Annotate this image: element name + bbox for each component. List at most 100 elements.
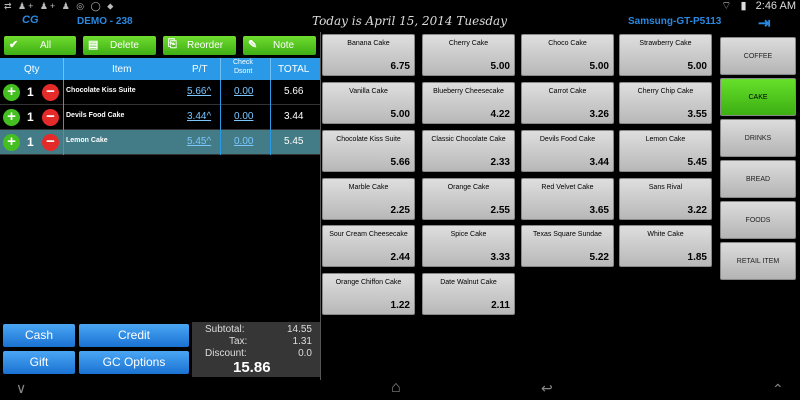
product-name: Devils Food Cake bbox=[539, 136, 596, 143]
product-tile[interactable]: Texas Square Sundae 5.22 bbox=[521, 225, 614, 267]
cash-button[interactable]: Cash bbox=[3, 324, 75, 347]
product-price: 2.25 bbox=[390, 205, 410, 216]
row-discount[interactable]: 0.00 bbox=[234, 86, 253, 97]
col-total: TOTAL bbox=[278, 64, 310, 75]
product-tile[interactable]: Date Walnut Cake 2.11 bbox=[422, 273, 515, 315]
row-price[interactable]: 5.66^ bbox=[187, 86, 211, 97]
credit-button[interactable]: Credit bbox=[79, 324, 189, 347]
collapse-icon[interactable]: ∨ bbox=[16, 380, 26, 397]
product-tile[interactable]: Strawberry Cake 5.00 bbox=[619, 34, 712, 76]
product-tile[interactable]: Lemon Cake 5.45 bbox=[619, 130, 712, 172]
device-name: Samsung-GT-P5113 bbox=[628, 16, 722, 27]
delete-button[interactable]: ▤ Delete bbox=[83, 36, 156, 55]
product-tile[interactable]: White Cake 1.85 bbox=[619, 225, 712, 267]
row-item-name: Chocolate Kiss Suite bbox=[66, 87, 136, 94]
date-text: Today is April 15, 2014 Tuesday bbox=[312, 14, 507, 28]
product-name: Orange Chiffon Cake bbox=[335, 279, 402, 286]
category-button[interactable]: COFFEE bbox=[720, 37, 796, 75]
row-total: 5.45 bbox=[284, 136, 304, 147]
col-qty: Qty bbox=[24, 64, 40, 75]
product-tile[interactable]: Carrot Cake 3.26 bbox=[521, 82, 614, 124]
product-price: 2.33 bbox=[490, 157, 510, 168]
product-name: Classic Chocolate Cake bbox=[431, 136, 506, 143]
product-name: Lemon Cake bbox=[645, 136, 686, 143]
product-name: Carrot Cake bbox=[548, 88, 587, 95]
menu-icon[interactable]: ⌃ bbox=[772, 381, 784, 398]
minus-icon[interactable]: − bbox=[42, 134, 59, 151]
reorder-button[interactable]: ⎘ Reorder bbox=[163, 36, 236, 55]
product-name: Cherry Chip Cake bbox=[637, 88, 694, 95]
home-icon[interactable]: ⌂ bbox=[391, 379, 401, 397]
note-button[interactable]: ✎ Note bbox=[243, 36, 316, 55]
order-toolbar: ✔ All ▤ Delete ⎘ Reorder ✎ Note bbox=[0, 34, 320, 56]
product-tile[interactable]: Orange Cake 2.55 bbox=[422, 178, 515, 220]
product-name: Cherry Cake bbox=[448, 40, 489, 47]
product-tile[interactable]: Sans Rival 3.22 bbox=[619, 178, 712, 220]
tax-label: Tax: bbox=[229, 336, 248, 347]
minus-icon[interactable]: − bbox=[42, 84, 59, 101]
product-tile[interactable]: Orange Chiffon Cake 1.22 bbox=[322, 273, 415, 315]
delete-label: Delete bbox=[110, 40, 139, 51]
product-price: 2.11 bbox=[491, 300, 510, 311]
product-tile[interactable]: Blueberry Cheesecake 4.22 bbox=[422, 82, 515, 124]
category-button[interactable]: RETAIL ITEM bbox=[720, 242, 796, 280]
product-tile[interactable]: Cherry Cake 5.00 bbox=[422, 34, 515, 76]
row-qty: 1 bbox=[27, 110, 34, 124]
row-total: 5.66 bbox=[284, 86, 304, 97]
row-price[interactable]: 5.45^ bbox=[187, 136, 211, 147]
order-column-header: Qty Item P/T Check Dsont TOTAL bbox=[0, 58, 320, 80]
product-tile[interactable]: Cherry Chip Cake 3.55 bbox=[619, 82, 712, 124]
product-tile[interactable]: Classic Chocolate Cake 2.33 bbox=[422, 130, 515, 172]
product-price: 3.44 bbox=[589, 157, 609, 168]
gift-button[interactable]: Gift bbox=[3, 351, 75, 374]
row-item-name: Lemon Cake bbox=[66, 137, 108, 144]
plus-icon[interactable]: + bbox=[3, 109, 20, 126]
product-name: Blueberry Cheesecake bbox=[433, 88, 504, 95]
product-name: Strawberry Cake bbox=[639, 40, 692, 47]
product-tile[interactable]: Devils Food Cake 3.44 bbox=[521, 130, 614, 172]
category-button[interactable]: CAKE bbox=[720, 78, 796, 116]
battery-icon: ▮ bbox=[740, 0, 747, 12]
row-item-name: Devils Food Cake bbox=[66, 112, 125, 119]
col-check: Check bbox=[233, 59, 253, 66]
product-tile[interactable]: Sour Cream Cheesecake 2.44 bbox=[322, 225, 415, 267]
order-list: +1− Chocolate Kiss Suite 5.66^ 0.00 5.66 +1− D… bbox=[0, 80, 320, 155]
product-price: 3.65 bbox=[589, 205, 609, 216]
plus-icon[interactable]: + bbox=[3, 84, 20, 101]
order-row[interactable]: +1− Chocolate Kiss Suite 5.66^ 0.00 5.66 bbox=[0, 80, 320, 105]
category-button[interactable]: DRINKS bbox=[720, 119, 796, 157]
row-price[interactable]: 3.44^ bbox=[187, 111, 211, 122]
product-tile[interactable]: Red Velvet Cake 3.65 bbox=[521, 178, 614, 220]
select-all-button[interactable]: ✔ All bbox=[4, 36, 76, 55]
category-button[interactable]: BREAD bbox=[720, 160, 796, 198]
product-tile[interactable]: Marble Cake 2.25 bbox=[322, 178, 415, 220]
status-bar: ⇄ ♟+ ♟+ ♟ ◎ ◯ ⬥ ⌔ ▮ 2:46 AM bbox=[0, 0, 800, 12]
plus-icon[interactable]: + bbox=[3, 134, 20, 151]
product-price: 5.00 bbox=[687, 61, 707, 72]
row-discount[interactable]: 0.00 bbox=[234, 136, 253, 147]
row-qty: 1 bbox=[27, 135, 34, 149]
gc-options-button[interactable]: GC Options bbox=[79, 351, 189, 374]
product-tile[interactable]: Vanilla Cake 5.00 bbox=[322, 82, 415, 124]
order-row[interactable]: +1− Lemon Cake 5.45^ 0.00 5.45 bbox=[0, 130, 320, 155]
logout-icon[interactable]: ⇥ bbox=[758, 14, 784, 32]
order-row[interactable]: +1− Devils Food Cake 3.44^ 0.00 3.44 bbox=[0, 105, 320, 130]
product-price: 5.00 bbox=[390, 109, 410, 120]
product-name: Date Walnut Cake bbox=[440, 279, 497, 286]
logo-icon: CG bbox=[22, 14, 39, 26]
product-price: 5.66 bbox=[390, 157, 410, 168]
product-price: 1.85 bbox=[687, 252, 707, 263]
note-label: Note bbox=[273, 40, 295, 51]
product-tile[interactable]: Chocolate Kiss Suite 5.66 bbox=[322, 130, 415, 172]
product-tile[interactable]: Spice Cake 3.33 bbox=[422, 225, 515, 267]
row-discount[interactable]: 0.00 bbox=[234, 111, 253, 122]
minus-icon[interactable]: − bbox=[42, 109, 59, 126]
product-name: Banana Cake bbox=[347, 40, 390, 47]
back-icon[interactable]: ↩ bbox=[541, 380, 553, 397]
category-button[interactable]: FOODS bbox=[720, 201, 796, 239]
product-name: Spice Cake bbox=[450, 231, 487, 238]
product-tile[interactable]: Banana Cake 6.75 bbox=[322, 34, 415, 76]
totals-panel: Subtotal: 14.55 Tax: 1.31 Discount: 0.0 … bbox=[192, 322, 320, 377]
product-tile[interactable]: Choco Cake 5.00 bbox=[521, 34, 614, 76]
product-price: 3.26 bbox=[589, 109, 609, 120]
